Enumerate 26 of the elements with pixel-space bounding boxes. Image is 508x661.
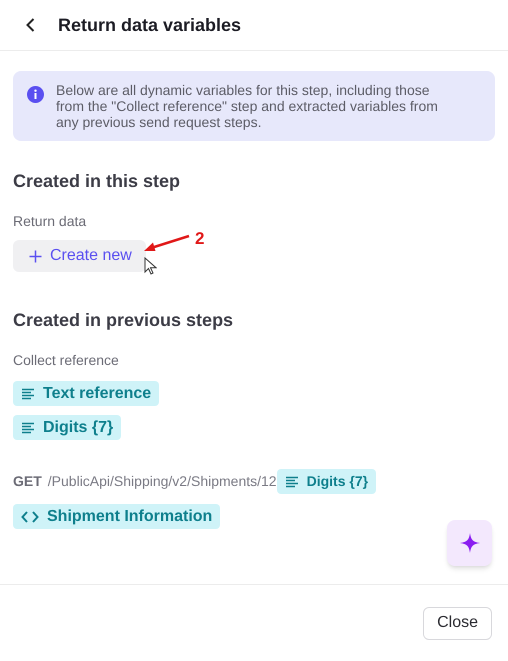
annotation-arrow bbox=[143, 234, 191, 254]
group-label: Collect reference bbox=[13, 351, 119, 370]
variable-chip[interactable]: Digits {7} bbox=[276, 469, 376, 494]
variable-chip[interactable]: Shipment Information bbox=[13, 504, 220, 529]
close-button[interactable]: Close bbox=[423, 606, 492, 640]
sparkle-icon bbox=[460, 533, 480, 553]
info-text: Below are all dynamic variables for this step, including those from the "Collect reference" step and extracted variables from any previous send request steps. bbox=[56, 82, 439, 130]
request-path: /PublicApi/Shipping/v2/Shipments/12 bbox=[48, 472, 277, 491]
group-label: Return data bbox=[13, 212, 88, 231]
variable-chip[interactable]: Text reference bbox=[13, 381, 160, 406]
plus-icon bbox=[29, 250, 42, 262]
create-new-button[interactable]: Create new bbox=[13, 240, 146, 272]
cursor-icon bbox=[144, 257, 157, 275]
annotation-number: 2 bbox=[195, 228, 204, 250]
page-title: Return data variables bbox=[58, 14, 242, 36]
info-icon bbox=[27, 86, 44, 103]
section-heading: Created in this step bbox=[13, 170, 182, 193]
lines-icon bbox=[284, 476, 299, 488]
variable-chip[interactable]: Digits {7} bbox=[13, 415, 122, 440]
lines-icon bbox=[21, 422, 35, 434]
sparkle-button[interactable] bbox=[447, 520, 492, 566]
code-icon bbox=[21, 510, 39, 524]
back-button[interactable] bbox=[24, 17, 36, 33]
http-method: GET bbox=[13, 472, 42, 491]
section-heading: Created in previous steps bbox=[13, 309, 234, 332]
lines-icon bbox=[21, 388, 35, 400]
